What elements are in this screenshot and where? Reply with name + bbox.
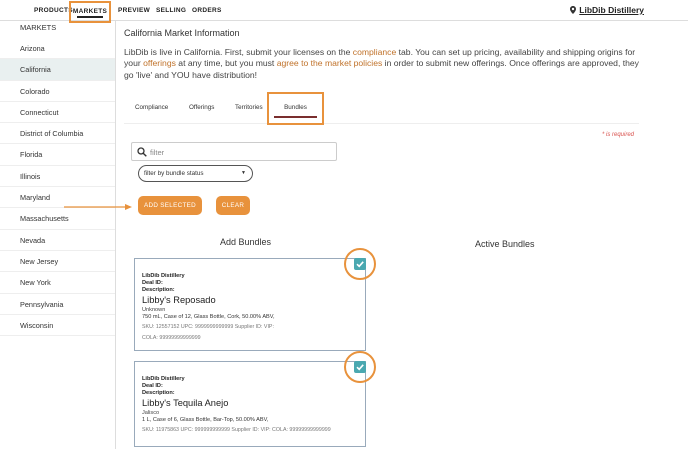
- add-bundles-heading: Add Bundles: [220, 237, 272, 247]
- bundle-card[interactable]: LibDib Distillery Deal ID: Description: …: [134, 361, 366, 447]
- tab-bundles[interactable]: Bundles: [267, 92, 324, 125]
- card-description: Description:: [142, 390, 175, 396]
- tab-compliance[interactable]: Compliance: [135, 104, 168, 111]
- bundle-checkbox[interactable]: [354, 258, 366, 270]
- caret-down-icon: ▼: [241, 170, 246, 176]
- brand-link[interactable]: LibDib Distillery: [570, 0, 644, 21]
- sidebar-item-district-of-columbia[interactable]: District of Columbia: [0, 123, 115, 145]
- filter-input[interactable]: [150, 146, 330, 158]
- market-policies-link[interactable]: agree to the market policies: [277, 58, 383, 68]
- card-ids: SKU: 11975863 UPC: 999999999999 Supplier…: [142, 427, 331, 433]
- card-bundle-name: Libby's Tequila Anejo: [142, 398, 229, 408]
- sidebar-item-california[interactable]: California: [0, 59, 115, 81]
- sidebar-item-nevada[interactable]: Nevada: [0, 230, 115, 251]
- card-bundle-name: Libby's Reposado: [142, 295, 216, 305]
- top-nav: PRODUCTS MARKETS PREVIEW SELLING ORDERS …: [0, 0, 688, 23]
- nav-markets[interactable]: MARKETS: [69, 1, 111, 23]
- nav-orders[interactable]: ORDERS: [192, 0, 222, 21]
- sidebar-item-illinois[interactable]: Illinois: [0, 166, 115, 188]
- card-distillery: LibDib Distillery: [142, 376, 185, 382]
- bundle-checkbox[interactable]: [354, 361, 366, 373]
- sidebar-item-massachusetts[interactable]: Massachusetts: [0, 208, 115, 230]
- card-detail: 750 mL, Case of 12, Glass Bottle, Cork, …: [142, 314, 275, 320]
- bundle-status-value: filter by bundle status: [144, 170, 204, 177]
- tab-bundles-label: Bundles: [284, 104, 307, 111]
- nav-selling[interactable]: SELLING: [156, 0, 186, 21]
- checkmark-icon: [356, 364, 364, 371]
- card-deal-id: Deal ID:: [142, 383, 163, 389]
- sidebar-item-new-york[interactable]: New York: [0, 272, 115, 294]
- sidebar-item-connecticut[interactable]: Connecticut: [0, 102, 115, 124]
- main-content: California Market Information LibDib is …: [124, 21, 688, 449]
- location-pin-icon: [570, 6, 577, 14]
- sidebar-item-wisconsin[interactable]: Wisconsin: [0, 315, 115, 337]
- sidebar-item-new-jersey[interactable]: New Jersey: [0, 251, 115, 273]
- sidebar-item-arizona[interactable]: Arizona: [0, 38, 115, 60]
- sidebar-item-florida[interactable]: Florida: [0, 144, 115, 166]
- required-note: * is required: [602, 132, 635, 138]
- market-tabs: Compliance Offerings Territories Bundles: [124, 92, 639, 125]
- compliance-link[interactable]: compliance: [353, 47, 396, 57]
- card-origin: Unknown: [142, 307, 166, 313]
- intro-part-3: at any time, but you must: [175, 58, 277, 69]
- sidebar-heading: MARKETS: [20, 23, 57, 32]
- offerings-link[interactable]: offerings: [143, 58, 176, 68]
- bundle-status-select[interactable]: filter by bundle status ▼: [138, 165, 253, 182]
- intro-text: LibDib is live in California. First, sub…: [124, 47, 639, 81]
- nav-active-underline: [77, 16, 103, 18]
- card-ids: SKU: 12557152 UPC: 9999999999999 Supplie…: [142, 324, 274, 330]
- intro-part-1: LibDib is live in California. First, sub…: [124, 47, 353, 57]
- nav-markets-label: MARKETS: [72, 8, 108, 15]
- nav-products[interactable]: PRODUCTS: [34, 0, 73, 21]
- filter-box: [131, 142, 337, 161]
- card-deal-id: Deal ID:: [142, 280, 163, 286]
- sidebar-item-pennsylvania[interactable]: Pennsylvania: [0, 294, 115, 315]
- card-distillery: LibDib Distillery: [142, 273, 185, 279]
- annotation-arrow: [64, 204, 132, 210]
- brand-name: LibDib Distillery: [579, 5, 644, 15]
- card-origin: Jalisco: [142, 410, 160, 416]
- markets-sidebar: MARKETS Arizona California Colorado Conn…: [0, 21, 116, 449]
- bundle-card[interactable]: LibDib Distillery Deal ID: Description: …: [134, 258, 366, 351]
- tab-active-indicator: [274, 116, 317, 118]
- search-icon: [137, 147, 147, 157]
- highlight-circle: [344, 351, 376, 383]
- sidebar-item-colorado[interactable]: Colorado: [0, 81, 115, 102]
- add-selected-button[interactable]: ADD SELECTED: [138, 196, 202, 215]
- card-description: Description:: [142, 287, 175, 293]
- card-detail: 1 L, Case of 6, Glass Bottle, Bar-Top, 5…: [142, 417, 269, 423]
- page-title: California Market Information: [124, 28, 240, 38]
- tab-territories[interactable]: Territories: [235, 104, 263, 111]
- active-bundles-heading: Active Bundles: [475, 239, 535, 249]
- nav-preview[interactable]: PREVIEW: [118, 0, 150, 21]
- checkmark-icon: [356, 261, 364, 268]
- card-cola: COLA: 99999999999999: [142, 335, 201, 341]
- highlight-circle: [344, 248, 376, 280]
- tab-offerings[interactable]: Offerings: [189, 104, 214, 111]
- clear-button[interactable]: CLEAR: [216, 196, 250, 215]
